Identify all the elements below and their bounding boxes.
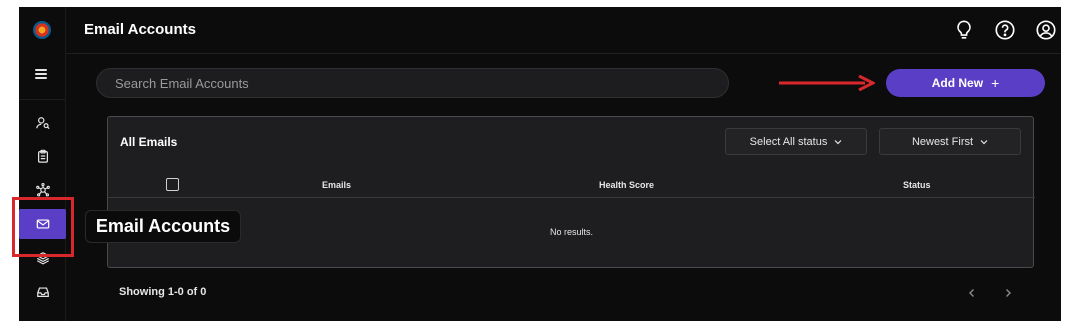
sidebar-item-contacts[interactable] — [19, 108, 66, 138]
clipboard-icon — [37, 149, 48, 163]
card-title: All Emails — [120, 135, 178, 149]
table-header: Emails Health Score Status — [108, 172, 1035, 198]
column-header-status[interactable]: Status — [903, 180, 931, 190]
app-window: Email Accounts Add New + All Emails Sele… — [19, 7, 1061, 321]
header-divider — [66, 53, 1061, 54]
add-new-label: Add New — [931, 76, 984, 90]
search-input[interactable] — [96, 68, 729, 98]
status-filter-label: Select All status — [749, 135, 828, 148]
sort-label: Newest First — [911, 135, 974, 148]
lightbulb-icon[interactable] — [953, 19, 975, 41]
sort-dropdown[interactable]: Newest First — [879, 128, 1021, 155]
inbox-icon — [36, 287, 49, 297]
status-filter-dropdown[interactable]: Select All status — [725, 128, 867, 155]
user-account-icon[interactable] — [1035, 19, 1057, 41]
sidebar-divider — [19, 99, 66, 100]
emails-card: All Emails Select All status Newest Firs… — [107, 116, 1035, 268]
previous-page-icon[interactable] — [966, 286, 978, 298]
nav-tooltip: Email Accounts — [85, 210, 241, 243]
red-arrow-annotation — [779, 75, 875, 91]
page-title: Email Accounts — [84, 21, 196, 38]
add-new-button[interactable]: Add New + — [886, 69, 1045, 97]
select-all-checkbox[interactable] — [166, 178, 179, 191]
pagination-summary: Showing 1-0 of 0 — [119, 286, 207, 298]
column-header-health-score[interactable]: Health Score — [599, 180, 654, 190]
help-icon[interactable] — [994, 19, 1016, 41]
red-highlight-annotation — [12, 197, 74, 257]
hamburger-menu-icon[interactable] — [35, 69, 47, 79]
chevron-down-icon — [834, 139, 842, 144]
column-header-emails[interactable]: Emails — [322, 180, 351, 190]
chevron-down-icon — [980, 139, 988, 144]
plus-icon: + — [991, 75, 1000, 91]
sidebar-item-tasks[interactable] — [19, 141, 66, 171]
next-page-icon[interactable] — [1002, 286, 1014, 298]
empty-state-text: No results. — [549, 227, 593, 237]
network-icon — [35, 183, 50, 197]
app-logo-icon[interactable] — [33, 21, 51, 39]
sidebar-item-inbox[interactable] — [19, 277, 66, 307]
user-search-icon — [35, 117, 50, 130]
sidebar — [19, 7, 66, 321]
